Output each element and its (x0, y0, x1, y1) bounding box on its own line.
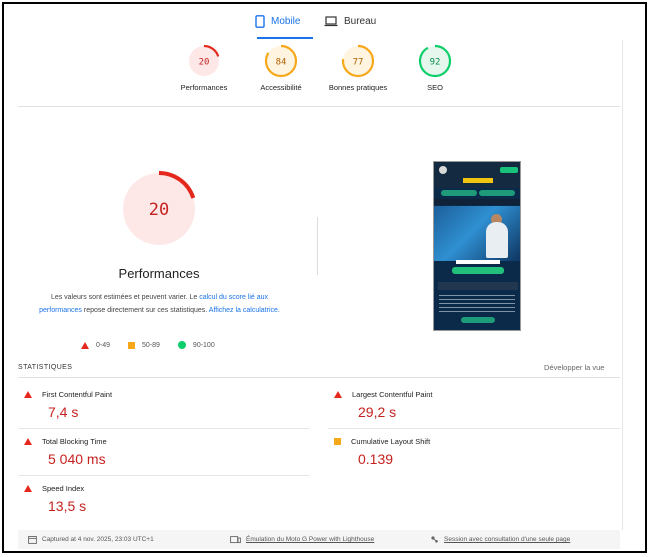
session-info[interactable]: Session avec consultation d'une seule pa… (430, 535, 570, 544)
performance-title: Performances (118, 266, 200, 281)
expand-view-toggle[interactable]: Développer la vue (544, 363, 604, 372)
laptop-icon (324, 15, 338, 26)
score-ring: 92 (418, 44, 452, 78)
thumb-title-bar (463, 178, 493, 183)
metric-name: Speed Index (42, 484, 85, 493)
metric-name: Cumulative Layout Shift (351, 437, 431, 446)
score-ring: 77 (341, 44, 375, 78)
score-value: 77 (353, 58, 364, 68)
run-info-footer: Captured at 4 nov. 2025, 23:03 UTC+1 Ému… (18, 530, 620, 549)
desc-text-2: repose directement sur ces statistiques. (81, 307, 209, 314)
calendar-icon (28, 536, 37, 544)
legend-range: 0-49 (96, 341, 111, 349)
section-divider (18, 106, 620, 107)
metric-divider (18, 428, 310, 429)
statistics-heading: STATISTIQUES (18, 364, 73, 371)
gauge-best-practices[interactable]: 77 Bonnes pratiques (318, 44, 398, 92)
gauge-label: Bonnes pratiques (328, 83, 388, 92)
thumb-button (479, 190, 515, 196)
phone-icon (255, 14, 265, 28)
legend-average: 50-89 (128, 341, 160, 349)
statistics-divider (18, 377, 620, 378)
device-icon (230, 535, 241, 543)
metric-cls: Cumulative Layout Shift 0.139 (334, 437, 614, 467)
metric-value: 7,4 s (48, 404, 79, 420)
device-tabs: Mobile Bureau (4, 4, 645, 40)
metric-name: First Contentful Paint (42, 390, 113, 399)
thumb-person (486, 222, 508, 258)
performance-description: Les valeurs sont estimées et peuvent var… (37, 291, 282, 317)
performance-main-score: 20 (149, 200, 169, 220)
thumb-text (456, 260, 500, 264)
thumb-badge (500, 167, 518, 173)
performance-main-gauge: 20 (121, 171, 197, 247)
active-tab-indicator (257, 37, 313, 39)
score-ring: 20 (187, 44, 221, 78)
score-legend: 0-49 50-89 90-100 (81, 341, 233, 349)
page-screenshot-thumbnail[interactable] (433, 161, 521, 331)
score-value: 84 (276, 58, 287, 68)
tab-mobile-label: Mobile (271, 15, 301, 27)
session-icon (431, 536, 438, 543)
average-square-icon (334, 438, 341, 445)
circle-icon (177, 341, 186, 349)
gauge-label: Accessibilité (260, 83, 302, 92)
report-frame: Mobile Bureau 20 Performances 84 Accessi… (2, 2, 647, 553)
gauge-seo[interactable]: 92 SEO (395, 44, 475, 92)
metric-value: 0.139 (358, 451, 394, 467)
vertical-divider (317, 217, 318, 275)
triangle-icon (81, 341, 89, 349)
metric-value: 13,5 s (48, 498, 87, 514)
score-ring: 84 (264, 44, 298, 78)
right-divider (622, 40, 623, 530)
thumb-button (441, 190, 477, 196)
captured-text: Captured at 4 nov. 2025, 23:03 UTC+1 (42, 536, 154, 543)
fail-triangle-icon (334, 391, 342, 398)
gauge-label: SEO (427, 83, 443, 92)
metric-value: 5 040 ms (48, 451, 106, 467)
tab-desktop-label: Bureau (344, 15, 377, 27)
metric-fcp: First Contentful Paint 7,4 s (24, 390, 304, 420)
score-value: 92 (430, 58, 441, 68)
thumb-button (461, 317, 495, 323)
thumb-text-lines (439, 295, 515, 315)
fail-triangle-icon (24, 438, 32, 445)
gauge-accessibility[interactable]: 84 Accessibilité (241, 44, 321, 92)
thumb-nav (434, 199, 520, 205)
metric-lcp: Largest Contentful Paint 29,2 s (334, 390, 614, 420)
gauge-performance[interactable]: 20 Performances (164, 44, 244, 92)
metric-speed-index: Speed Index 13,5 s (24, 484, 304, 514)
tab-mobile[interactable]: Mobile (255, 4, 300, 38)
session-text: Session avec consultation d'une seule pa… (444, 536, 571, 543)
fail-triangle-icon (24, 485, 32, 492)
legend-range: 50-89 (142, 341, 160, 349)
calculator-link[interactable]: Affichez la calculatrice. (209, 307, 280, 314)
legend-fail: 0-49 (81, 341, 111, 349)
thumb-header (434, 162, 520, 188)
gauge-label: Performances (180, 83, 228, 92)
metric-tbt: Total Blocking Time 5 040 ms (24, 437, 304, 467)
legend-pass: 90-100 (177, 341, 215, 349)
metric-divider (328, 428, 620, 429)
score-value: 20 (199, 58, 210, 68)
captured-info: Captured at 4 nov. 2025, 23:03 UTC+1 (28, 535, 154, 544)
thumb-row (438, 282, 518, 290)
fail-triangle-icon (24, 391, 32, 398)
metric-value: 29,2 s (358, 404, 397, 420)
emulation-info[interactable]: Émulation du Moto G Power with Lighthous… (230, 535, 375, 544)
thumb-logo (439, 166, 447, 174)
tab-desktop[interactable]: Bureau (324, 4, 376, 38)
metric-name: Total Blocking Time (42, 437, 107, 446)
desc-text-1: Les valeurs sont estimées et peuvent var… (50, 294, 200, 301)
square-icon (128, 341, 136, 349)
emulation-text: Émulation du Moto G Power with Lighthous… (246, 536, 375, 543)
metric-name: Largest Contentful Paint (352, 390, 433, 399)
legend-range: 90-100 (192, 341, 215, 349)
metric-divider (18, 475, 310, 476)
category-gauges: 20 Performances 84 Accessibilité 77 Bonn… (164, 44, 454, 99)
thumb-cta (452, 267, 504, 274)
